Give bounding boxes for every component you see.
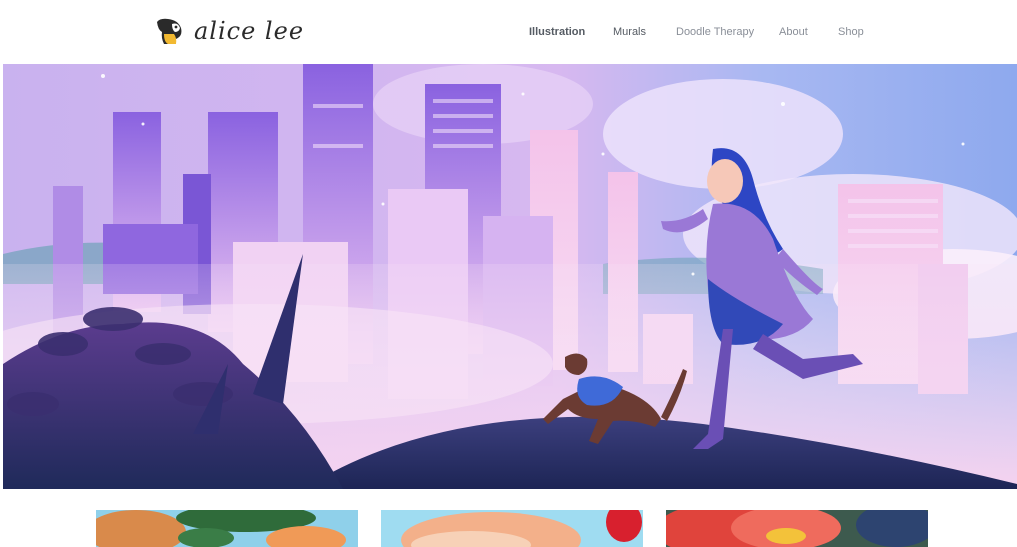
nav-doodle-therapy[interactable]: Doodle Therapy <box>676 26 754 38</box>
site-header: alice lee Illustration Murals Doodle The… <box>0 0 1017 64</box>
nav-murals[interactable]: Murals <box>613 26 646 38</box>
gallery-thumbnails <box>0 510 1017 547</box>
nav-shop[interactable]: Shop <box>838 26 864 38</box>
nav-about[interactable]: About <box>779 26 808 38</box>
hero-illustration-art <box>3 64 1017 489</box>
thumbnail-1[interactable] <box>96 510 358 547</box>
thumbnail-3[interactable] <box>666 510 928 547</box>
thumbnail-2-art <box>381 510 643 547</box>
main-nav: Illustration Murals Doodle Therapy About… <box>0 26 1017 42</box>
hero-illustration[interactable] <box>3 64 1017 489</box>
thumbnail-1-art <box>96 510 358 547</box>
thumbnail-2[interactable] <box>381 510 643 547</box>
thumbnail-3-art <box>666 510 928 547</box>
nav-illustration[interactable]: Illustration <box>529 26 585 38</box>
